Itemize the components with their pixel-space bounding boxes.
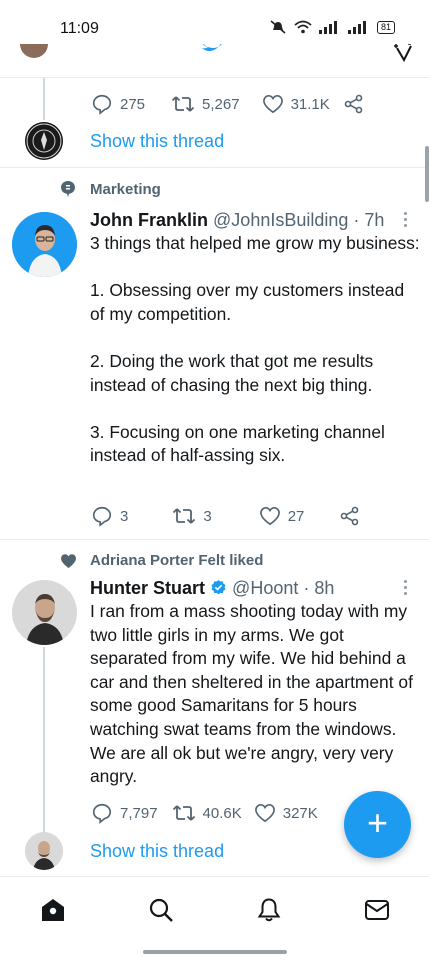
reply-icon — [92, 506, 112, 527]
tweet-actions: 3 3 27 — [91, 505, 360, 527]
share-icon — [341, 506, 359, 526]
tweet-header: Hunter Stuart @Hoont · 8h — [90, 578, 334, 599]
retweet-count: 40.6K — [202, 804, 242, 822]
home-icon — [42, 899, 64, 921]
messages-icon — [365, 900, 389, 920]
bottom-navigation — [0, 876, 429, 946]
share-icon — [344, 94, 363, 114]
retweet-button[interactable]: 40.6K — [172, 803, 242, 823]
tweet-time[interactable]: · 7h — [353, 210, 384, 230]
sparkle-icon[interactable] — [391, 40, 413, 67]
retweet-icon — [173, 508, 196, 524]
search-icon — [149, 898, 173, 922]
thread-line — [43, 78, 45, 120]
author-name[interactable]: Hunter Stuart — [90, 578, 205, 598]
like-button[interactable]: 31.1K — [262, 94, 330, 114]
author-handle[interactable]: @JohnIsBuilding — [213, 210, 348, 230]
retweet-count: 3 — [203, 507, 212, 525]
author-handle[interactable]: @Hoont — [232, 578, 298, 598]
retweet-icon — [171, 96, 195, 112]
reply-icon — [92, 94, 112, 115]
heart-icon — [61, 553, 76, 568]
tweet-time[interactable]: · 8h — [303, 578, 334, 598]
social-context-label: Adriana Porter Felt liked — [90, 552, 264, 569]
tweet-actions: 7,797 40.6K 327K — [91, 802, 318, 824]
divider — [0, 539, 429, 540]
divider — [0, 167, 429, 168]
retweet-button[interactable]: 3 — [172, 506, 212, 526]
like-icon — [262, 94, 283, 114]
tweet-actions: 275 5,267 31.1K — [91, 93, 364, 115]
notifications-tab[interactable] — [256, 897, 282, 928]
show-this-thread-link[interactable]: Show this thread — [90, 131, 224, 152]
tweet-text[interactable]: 3 things that helped me grow my business… — [90, 232, 420, 468]
messages-tab[interactable] — [364, 897, 390, 928]
status-icons: 81 — [269, 20, 395, 34]
signal-icon-2 — [347, 20, 366, 34]
search-tab[interactable] — [148, 897, 174, 928]
status-bar: 11:09 81 — [0, 0, 429, 44]
wifi-icon — [294, 20, 312, 34]
reply-count: 7,797 — [120, 804, 158, 822]
retweet-count: 5,267 — [202, 95, 240, 113]
topic-icon — [61, 181, 75, 197]
share-button[interactable] — [340, 506, 360, 526]
reply-count: 275 — [120, 95, 146, 113]
compose-tweet-button[interactable]: + — [344, 791, 411, 858]
like-count: 27 — [287, 507, 305, 525]
thread-avatar[interactable] — [25, 122, 63, 160]
author-name[interactable]: John Franklin — [90, 210, 208, 230]
verified-icon — [211, 580, 226, 595]
like-count: 327K — [282, 804, 318, 822]
thread-avatar[interactable] — [25, 832, 63, 870]
like-icon — [259, 506, 280, 526]
more-options-icon[interactable] — [404, 580, 408, 598]
tweet-header: John Franklin @JohnIsBuilding · 7h — [90, 210, 384, 231]
tweet-text[interactable]: I ran from a mass shooting today with my… — [90, 600, 420, 789]
status-time: 11:09 — [60, 20, 99, 37]
notifications-icon — [257, 898, 281, 922]
reply-button[interactable]: 3 — [91, 505, 128, 527]
profile-avatar[interactable] — [20, 42, 48, 58]
battery-icon: 81 — [376, 20, 395, 34]
like-count: 31.1K — [290, 95, 330, 113]
home-tab[interactable] — [40, 897, 66, 928]
reply-button[interactable]: 275 — [91, 93, 145, 115]
scrollbar[interactable] — [425, 146, 429, 202]
reply-count: 3 — [120, 507, 129, 525]
like-button[interactable]: 27 — [259, 506, 305, 526]
more-options-icon[interactable] — [404, 212, 408, 230]
top-header — [0, 38, 429, 78]
topic-context[interactable]: Marketing — [60, 180, 161, 198]
reply-icon — [92, 803, 112, 824]
mute-icon — [270, 20, 286, 34]
avatar[interactable] — [12, 580, 77, 645]
show-this-thread-link[interactable]: Show this thread — [90, 841, 224, 862]
topic-label: Marketing — [90, 180, 161, 198]
retweet-button[interactable]: 5,267 — [171, 94, 240, 114]
thread-line — [43, 647, 45, 832]
signal-icon — [318, 20, 337, 34]
avatar[interactable] — [12, 212, 77, 277]
like-button[interactable]: 327K — [254, 803, 318, 823]
compose-plus-icon: + — [366, 801, 389, 843]
reply-button[interactable]: 7,797 — [91, 802, 158, 824]
like-icon — [254, 803, 275, 823]
social-context[interactable]: Adriana Porter Felt liked — [60, 552, 263, 569]
share-button[interactable] — [344, 94, 364, 114]
retweet-icon — [172, 805, 195, 821]
home-indicator[interactable] — [143, 950, 287, 954]
